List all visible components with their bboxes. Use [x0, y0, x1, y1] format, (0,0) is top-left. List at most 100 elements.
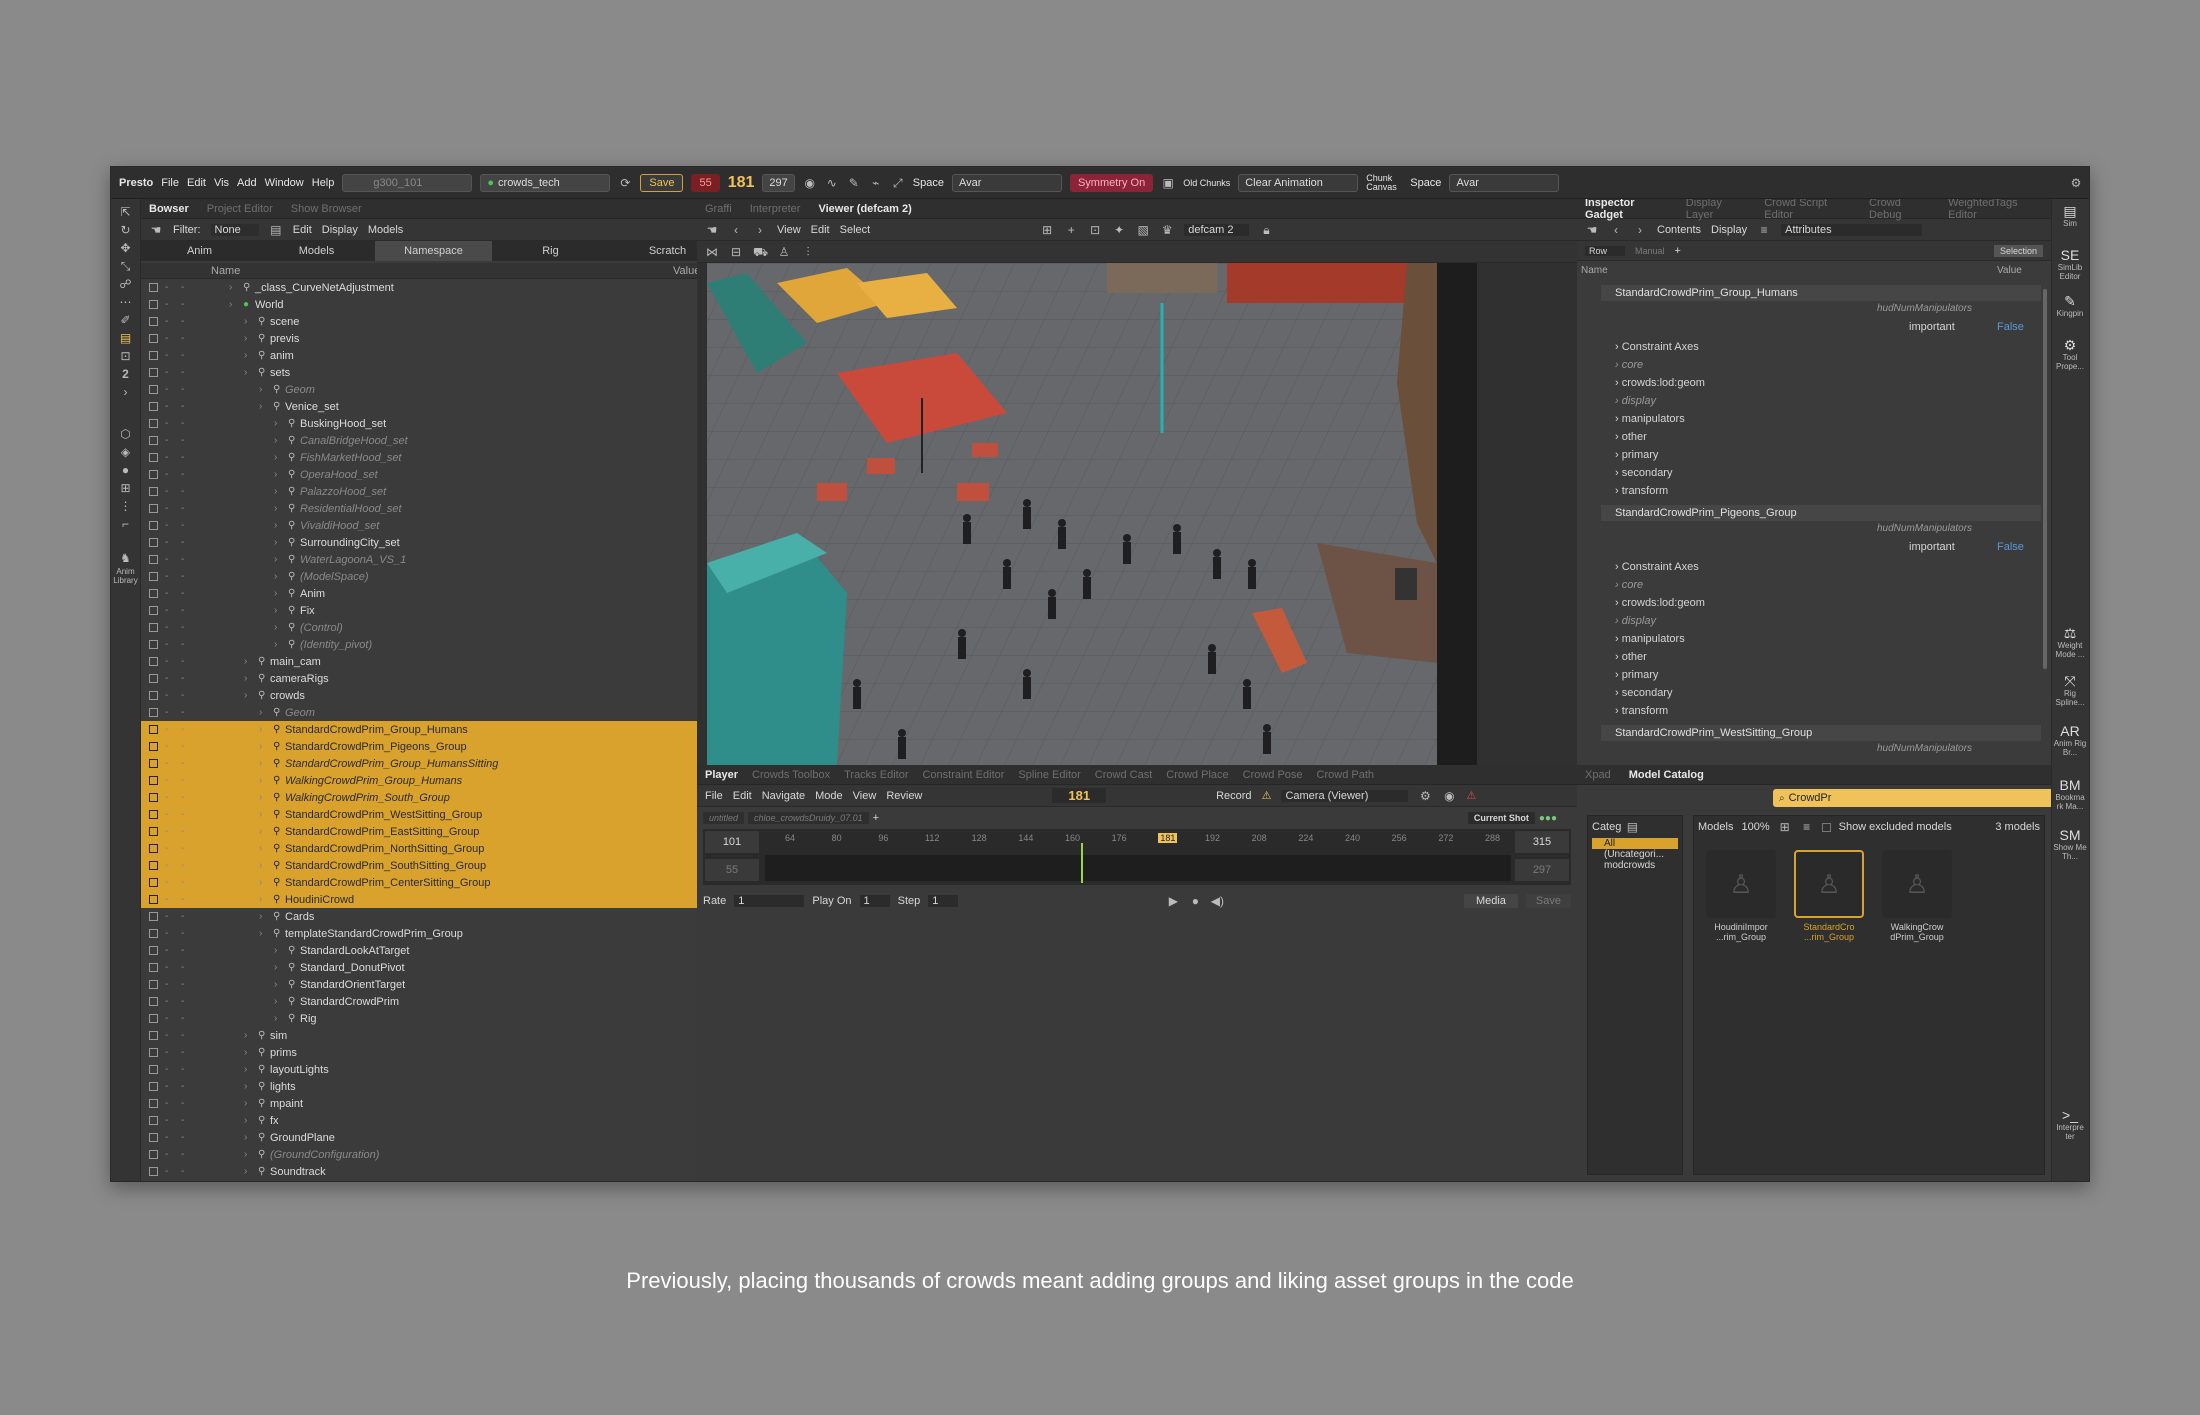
expand-chevron-icon[interactable]: › — [274, 588, 277, 599]
visibility-checkbox[interactable] — [149, 504, 158, 513]
expand-chevron-icon[interactable]: › — [259, 775, 262, 786]
menu-help[interactable]: Help — [312, 177, 335, 189]
tree-row[interactable]: - - › ⚲ Rig — [141, 1010, 716, 1027]
category-view-icon[interactable]: ▤ — [1625, 820, 1639, 834]
expand-chevron-icon[interactable]: › — [274, 996, 277, 1007]
current-shot-button[interactable]: Current Shot — [1467, 812, 1535, 824]
visibility-checkbox[interactable] — [149, 1048, 158, 1057]
expand-chevron-icon[interactable]: › — [259, 792, 262, 803]
expand-chevron-icon[interactable]: › — [244, 1166, 247, 1177]
scale-tool-icon[interactable]: ⤡ — [111, 257, 140, 275]
visibility-checkbox[interactable] — [149, 470, 158, 479]
lock-toggle[interactable]: - — [165, 469, 168, 480]
solo-toggle[interactable]: - — [181, 367, 184, 378]
solo-toggle[interactable]: - — [181, 1098, 184, 1109]
solo-toggle[interactable]: - — [181, 1064, 184, 1075]
solo-toggle[interactable]: - — [181, 843, 184, 854]
tree-row[interactable]: - - › ⚲ BuskingHood_set — [141, 415, 716, 432]
segment-anim[interactable]: Anim — [141, 245, 258, 257]
expand-chevron-icon[interactable]: › — [259, 860, 262, 871]
visibility-checkbox[interactable] — [149, 555, 158, 564]
solo-toggle[interactable]: - — [181, 928, 184, 939]
solo-toggle[interactable]: - — [181, 996, 184, 1007]
expand-chevron-icon[interactable]: › — [244, 673, 247, 684]
lock-toggle[interactable]: - — [165, 316, 168, 327]
expand-chevron-icon[interactable]: › — [259, 911, 262, 922]
light-icon[interactable]: ✦ — [1112, 223, 1126, 237]
project-selector[interactable]: ● crowds_tech — [480, 173, 611, 192]
expand-chevron-icon[interactable]: › — [259, 826, 262, 837]
inspector-category[interactable]: › secondary — [1615, 687, 1672, 699]
inspector-scrollbar[interactable] — [2043, 289, 2047, 669]
expand-chevron-icon[interactable]: › — [244, 333, 247, 344]
solo-toggle[interactable]: - — [181, 435, 184, 446]
tree-row[interactable]: - - › ⚲ ResidentialHood_set — [141, 500, 716, 517]
tree-row[interactable]: - - › ⚲ anim — [141, 347, 716, 364]
tab-crowd-path[interactable]: Crowd Path — [1317, 769, 1374, 781]
visibility-checkbox[interactable] — [149, 300, 158, 309]
tree-row[interactable]: - - › ⚲ WalkingCrowdPrim_South_Group — [141, 789, 716, 806]
solo-toggle[interactable]: - — [181, 282, 184, 293]
visibility-checkbox[interactable] — [149, 708, 158, 717]
inspector-category[interactable]: › other — [1615, 431, 1647, 443]
inspector-category[interactable]: › secondary — [1615, 467, 1672, 479]
player-navigate-menu[interactable]: Navigate — [762, 790, 805, 802]
visibility-checkbox[interactable] — [149, 1065, 158, 1074]
expand-chevron-icon[interactable]: › — [259, 843, 262, 854]
visibility-checkbox[interactable] — [149, 436, 158, 445]
tab-crowd-pose[interactable]: Crowd Pose — [1243, 769, 1303, 781]
lock-toggle[interactable]: - — [165, 945, 168, 956]
sidebar-tool-9[interactable]: >_ Interpre ter — [2051, 1107, 2089, 1141]
tree-row[interactable]: - - › ⚲ StandardCrowdPrim_SouthSitting_Group — [141, 857, 716, 874]
clear-animation-dropdown[interactable]: Clear Animation — [1238, 173, 1359, 192]
lock-icon[interactable]: 🔒︎ — [1259, 223, 1273, 237]
expand-chevron-icon[interactable]: › — [229, 299, 232, 310]
player-review-menu[interactable]: Review — [886, 790, 922, 802]
inspector-category[interactable]: › transform — [1615, 705, 1668, 717]
inspector-category[interactable]: › crowds:lod:geom — [1615, 597, 1705, 609]
expand-chevron-icon[interactable]: › — [244, 1098, 247, 1109]
visibility-checkbox[interactable] — [149, 827, 158, 836]
model-thumbnail[interactable]: ♙ — [1706, 850, 1776, 918]
tree-row[interactable]: - - › ⚲ SurroundingCity_set — [141, 534, 716, 551]
range-start-secondary[interactable]: 55 — [705, 859, 759, 881]
inspector-group-header[interactable]: StandardCrowdPrim_WestSitting_Group — [1601, 725, 2041, 741]
visibility-checkbox[interactable] — [149, 861, 158, 870]
visibility-checkbox[interactable] — [149, 691, 158, 700]
inspector-category[interactable]: › core — [1615, 359, 1643, 371]
solo-toggle[interactable]: - — [181, 554, 184, 565]
add-shot-icon[interactable]: + — [873, 812, 879, 824]
viewport-3d[interactable] — [707, 263, 1437, 765]
range-end[interactable]: 315 — [1515, 831, 1569, 853]
solo-toggle[interactable]: - — [181, 1081, 184, 1092]
lock-toggle[interactable]: - — [165, 418, 168, 429]
solo-toggle[interactable]: - — [181, 962, 184, 973]
visibility-checkbox[interactable] — [149, 623, 158, 632]
tree-row[interactable]: - - › ⚲ Geom — [141, 704, 716, 721]
inspector-category[interactable]: › manipulators — [1615, 413, 1685, 425]
visibility-checkbox[interactable] — [149, 283, 158, 292]
inspector-category[interactable]: › crowds:lod:geom — [1615, 377, 1705, 389]
player-edit-menu[interactable]: Edit — [733, 790, 752, 802]
tree-row[interactable]: - - › ⚲ OperaHood_set — [141, 466, 716, 483]
audio-icon[interactable]: ◀) — [1210, 894, 1224, 908]
tab-crowd-place[interactable]: Crowd Place — [1166, 769, 1228, 781]
solo-toggle[interactable]: - — [181, 690, 184, 701]
inspector-group-header[interactable]: StandardCrowdPrim_Group_Humans — [1601, 285, 2041, 301]
link-icon[interactable]: ⤢ — [891, 176, 905, 190]
expand-chevron-icon[interactable]: › — [274, 503, 277, 514]
viewer-edit-menu[interactable]: Edit — [811, 224, 830, 236]
lock-toggle[interactable]: - — [165, 690, 168, 701]
lock-toggle[interactable]: - — [165, 1030, 168, 1041]
range-end-secondary[interactable]: 297 — [1515, 859, 1569, 881]
tree-row[interactable]: - - › ⚲ layoutLights — [141, 1061, 716, 1078]
tree-row[interactable]: - - › ⚲ StandardCrowdPrim_WestSitting_Group — [141, 806, 716, 823]
tab-crowd-cast[interactable]: Crowd Cast — [1095, 769, 1152, 781]
expand-chevron-icon[interactable]: › — [274, 962, 277, 973]
layout-icon[interactable]: ⊞ — [1040, 223, 1054, 237]
range-start[interactable]: 101 — [705, 831, 759, 853]
tree-row[interactable]: - - › ⚲ Fix — [141, 602, 716, 619]
important-value[interactable]: False — [1997, 321, 2024, 333]
lock-toggle[interactable]: - — [165, 520, 168, 531]
expand-chevron-icon[interactable]: › — [274, 537, 277, 548]
